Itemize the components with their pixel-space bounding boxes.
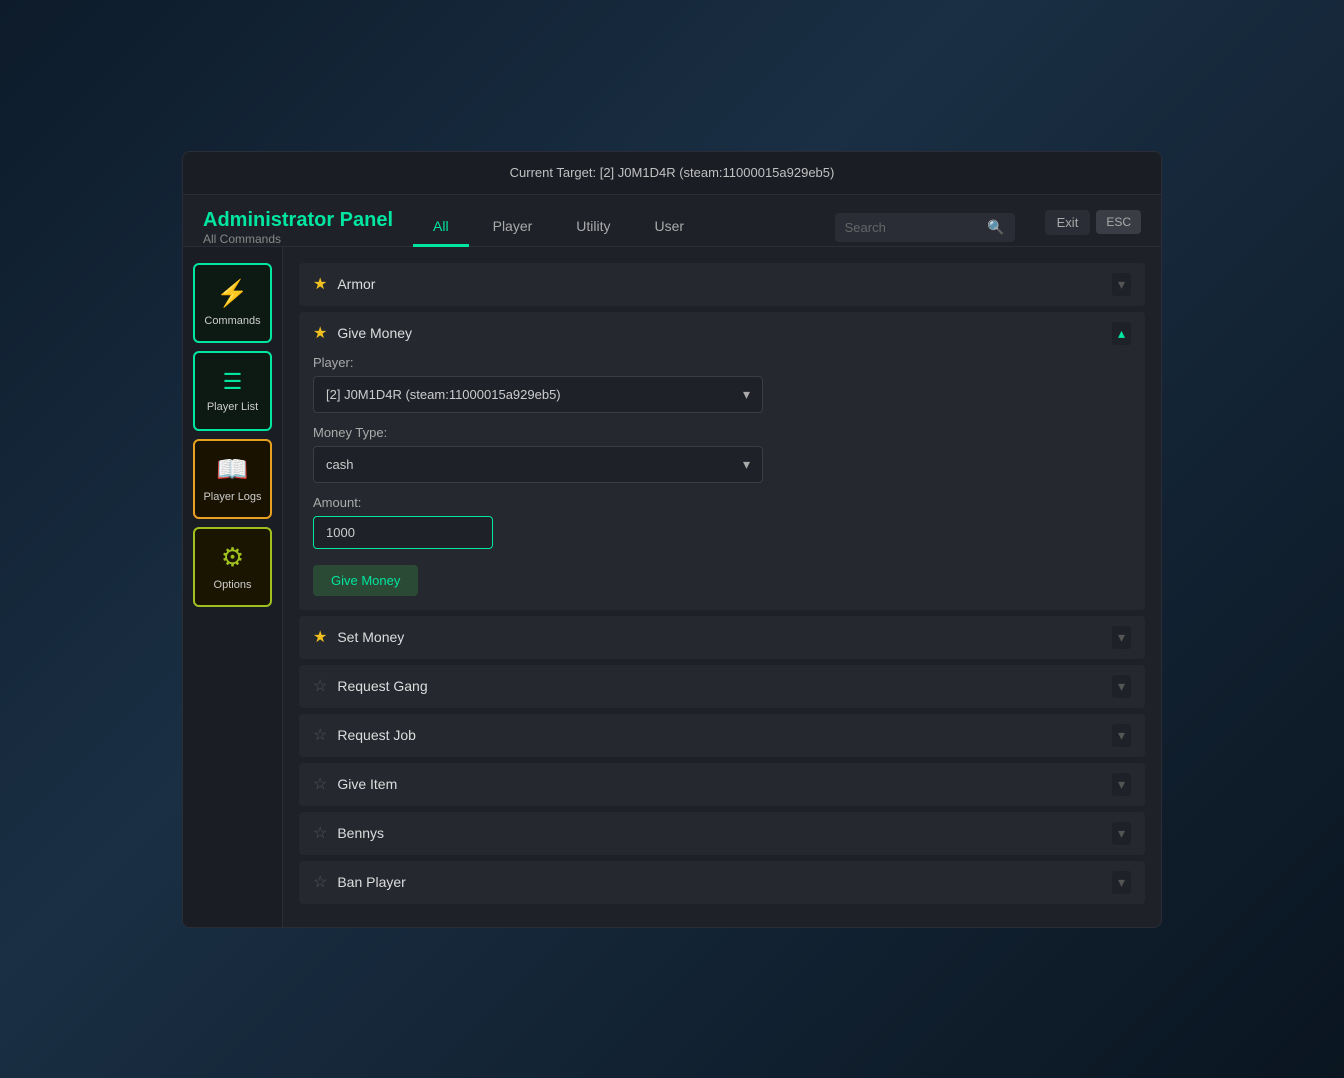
command-name-bennys: Bennys <box>337 825 384 841</box>
command-name-armor: Armor <box>337 276 375 292</box>
tab-all[interactable]: All <box>413 210 469 247</box>
amount-label: Amount: <box>313 495 1131 510</box>
command-item-request-job: ☆ Request Job ▾ <box>299 714 1145 757</box>
sidebar-label-commands: Commands <box>204 315 260 327</box>
chevron-armor[interactable]: ▾ <box>1112 273 1131 296</box>
command-name-request-gang: Request Gang <box>337 678 427 694</box>
tab-user[interactable]: User <box>635 210 705 247</box>
exit-section: Exit ESC <box>1045 210 1141 245</box>
command-item-request-gang: ☆ Request Gang ▾ <box>299 665 1145 708</box>
star-ban-player[interactable]: ☆ <box>313 872 327 892</box>
player-select-value: [2] J0M1D4R (steam:11000015a929eb5) <box>326 387 743 402</box>
panel-title-block: Administrator Panel All Commands <box>203 209 393 246</box>
main-content: ⚡ Commands ☰ Player List 📖 Player Logs ⚙… <box>183 247 1161 927</box>
options-icon: ⚙ <box>221 542 244 573</box>
player-select[interactable]: [2] J0M1D4R (steam:11000015a929eb5) ▾ <box>313 376 763 413</box>
admin-panel: Current Target: [2] J0M1D4R (steam:11000… <box>182 151 1162 928</box>
commands-area: ★ Armor ▾ ★ Give Money ▴ Playe <box>283 247 1161 927</box>
current-target: Current Target: [2] J0M1D4R (steam:11000… <box>510 165 835 180</box>
chevron-set-money[interactable]: ▾ <box>1112 626 1131 649</box>
command-item-give-money: ★ Give Money ▴ Player: [2] J0M1D4R (stea… <box>299 312 1145 610</box>
panel-title: Administrator Panel <box>203 209 393 232</box>
esc-badge: ESC <box>1096 210 1141 234</box>
exit-button[interactable]: Exit <box>1045 210 1091 235</box>
player-label: Player: <box>313 355 1131 370</box>
player-field-group: Player: [2] J0M1D4R (steam:11000015a929e… <box>313 355 1131 413</box>
command-name-give-item: Give Item <box>337 776 397 792</box>
command-item-give-item: ☆ Give Item ▾ <box>299 763 1145 806</box>
command-left-ban-player: ☆ Ban Player <box>313 872 406 892</box>
command-name-set-money: Set Money <box>337 629 404 645</box>
sidebar-item-player-logs[interactable]: 📖 Player Logs <box>193 439 272 519</box>
sidebar: ⚡ Commands ☰ Player List 📖 Player Logs ⚙… <box>183 247 283 927</box>
command-left-give-item: ☆ Give Item <box>313 774 397 794</box>
command-item-bennys: ☆ Bennys ▾ <box>299 812 1145 855</box>
command-header-give-money[interactable]: ★ Give Money ▴ <box>299 312 1145 355</box>
star-armor[interactable]: ★ <box>313 274 327 294</box>
command-header-request-job[interactable]: ☆ Request Job ▾ <box>299 714 1145 757</box>
command-name-give-money: Give Money <box>337 325 412 341</box>
command-header-armor[interactable]: ★ Armor ▾ <box>299 263 1145 306</box>
command-left-armor: ★ Armor <box>313 274 375 294</box>
search-icon: 🔍 <box>987 219 1004 236</box>
command-header-request-gang[interactable]: ☆ Request Gang ▾ <box>299 665 1145 708</box>
money-type-select[interactable]: cash ▾ <box>313 446 763 483</box>
sidebar-item-commands[interactable]: ⚡ Commands <box>193 263 272 343</box>
chevron-request-gang[interactable]: ▾ <box>1112 675 1131 698</box>
command-left-set-money: ★ Set Money <box>313 627 404 647</box>
command-left-give-money: ★ Give Money <box>313 323 412 343</box>
command-header-set-money[interactable]: ★ Set Money ▾ <box>299 616 1145 659</box>
sidebar-label-player-logs: Player Logs <box>203 491 261 503</box>
search-input[interactable] <box>845 220 980 235</box>
command-left-request-job: ☆ Request Job <box>313 725 416 745</box>
sidebar-item-options[interactable]: ⚙ Options <box>193 527 272 607</box>
chevron-ban-player[interactable]: ▾ <box>1112 871 1131 894</box>
panel-subtitle: All Commands <box>203 232 393 246</box>
player-list-icon: ☰ <box>223 369 243 395</box>
give-money-button[interactable]: Give Money <box>313 565 418 596</box>
star-bennys[interactable]: ☆ <box>313 823 327 843</box>
search-bar: 🔍 <box>835 213 1015 242</box>
chevron-bennys[interactable]: ▾ <box>1112 822 1131 845</box>
amount-input[interactable] <box>313 516 493 549</box>
amount-field-group: Amount: <box>313 495 1131 549</box>
command-item-ban-player: ☆ Ban Player ▾ <box>299 861 1145 904</box>
command-header-bennys[interactable]: ☆ Bennys ▾ <box>299 812 1145 855</box>
sidebar-item-player-list[interactable]: ☰ Player List <box>193 351 272 431</box>
money-type-select-arrow: ▾ <box>743 456 750 473</box>
top-bar: Current Target: [2] J0M1D4R (steam:11000… <box>183 152 1161 195</box>
player-select-arrow: ▾ <box>743 386 750 403</box>
command-left-request-gang: ☆ Request Gang <box>313 676 428 696</box>
command-item-set-money: ★ Set Money ▾ <box>299 616 1145 659</box>
star-set-money[interactable]: ★ <box>313 627 327 647</box>
command-name-request-job: Request Job <box>337 727 416 743</box>
sidebar-label-options: Options <box>214 579 252 591</box>
tab-player[interactable]: Player <box>473 210 553 247</box>
money-type-field-group: Money Type: cash ▾ <box>313 425 1131 483</box>
tabs: All Player Utility User <box>413 209 815 246</box>
command-header-ban-player[interactable]: ☆ Ban Player ▾ <box>299 861 1145 904</box>
star-give-money[interactable]: ★ <box>313 323 327 343</box>
command-item-armor: ★ Armor ▾ <box>299 263 1145 306</box>
command-name-ban-player: Ban Player <box>337 874 405 890</box>
command-header-give-item[interactable]: ☆ Give Item ▾ <box>299 763 1145 806</box>
player-logs-icon: 📖 <box>216 454 248 485</box>
chevron-give-item[interactable]: ▾ <box>1112 773 1131 796</box>
star-request-job[interactable]: ☆ <box>313 725 327 745</box>
commands-icon: ⚡ <box>216 278 248 309</box>
money-type-label: Money Type: <box>313 425 1131 440</box>
star-request-gang[interactable]: ☆ <box>313 676 327 696</box>
give-money-form: Player: [2] J0M1D4R (steam:11000015a929e… <box>299 355 1145 610</box>
tab-utility[interactable]: Utility <box>556 210 630 247</box>
money-type-select-value: cash <box>326 457 743 472</box>
chevron-request-job[interactable]: ▾ <box>1112 724 1131 747</box>
sidebar-label-player-list: Player List <box>207 401 258 413</box>
header: Administrator Panel All Commands All Pla… <box>183 195 1161 247</box>
command-left-bennys: ☆ Bennys <box>313 823 384 843</box>
star-give-item[interactable]: ☆ <box>313 774 327 794</box>
chevron-give-money[interactable]: ▴ <box>1112 322 1131 345</box>
